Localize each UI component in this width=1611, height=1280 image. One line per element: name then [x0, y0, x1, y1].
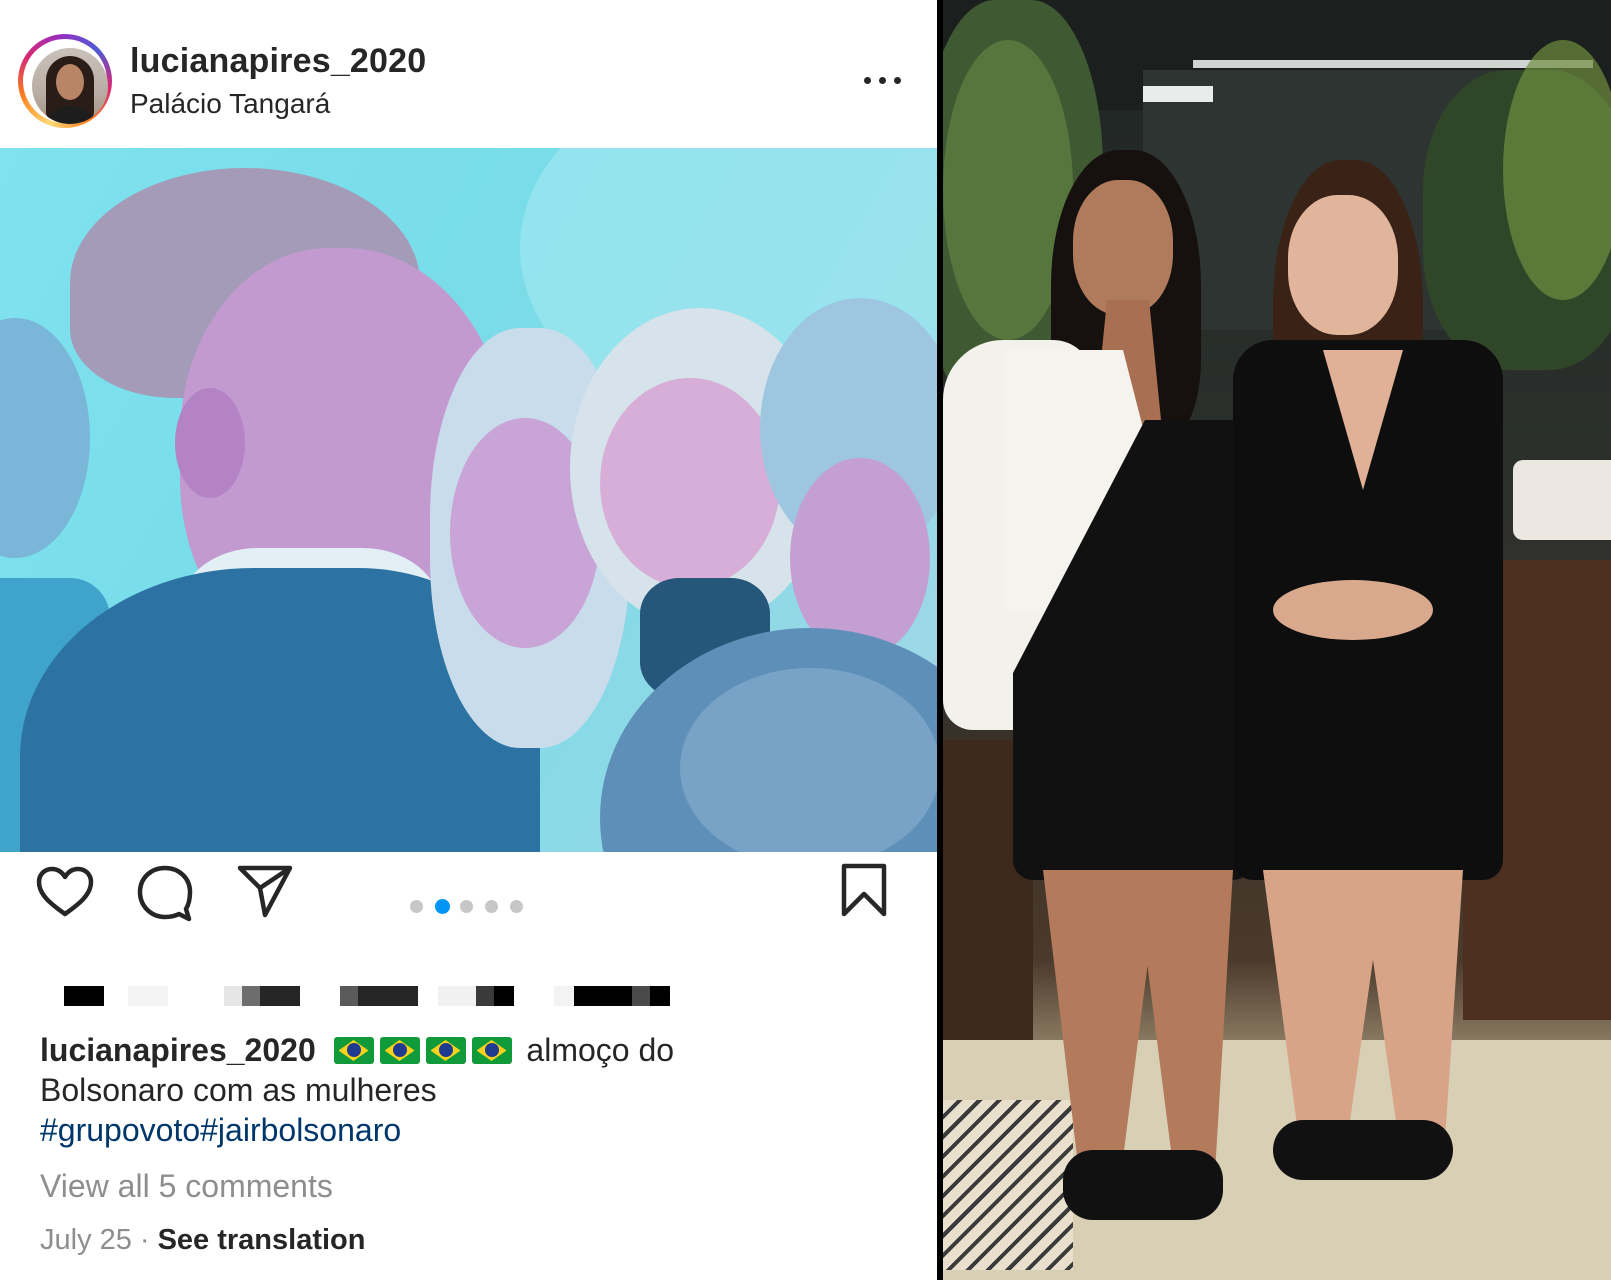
bookmark-icon[interactable] — [840, 862, 888, 918]
caption-hashtags[interactable]: #grupovoto#jairbolsonaro — [40, 1112, 401, 1148]
woman-right-cutout — [1273, 580, 1433, 640]
woman-right-face — [1288, 195, 1398, 335]
caption-text-line2: Bolsonaro com as mulheres — [40, 1072, 437, 1108]
avatar-gap — [23, 39, 108, 124]
woman-right-face — [600, 378, 780, 588]
carousel-dot — [510, 900, 523, 913]
brazil-flag-icon — [425, 1037, 466, 1064]
carousel-dot — [410, 900, 423, 913]
see-translation-button[interactable]: See translation — [158, 1224, 366, 1256]
post-photo[interactable] — [0, 148, 937, 852]
view-comments-link[interactable]: View all 5 comments — [40, 1168, 333, 1205]
woman-left-shoes — [1063, 1150, 1223, 1220]
instagram-post: lucianapires_2020 Palácio Tangará lucian… — [0, 0, 937, 1280]
woman-left-face — [1073, 180, 1173, 315]
event-photo — [943, 0, 1611, 1280]
post-header: lucianapires_2020 Palácio Tangará — [0, 0, 937, 148]
plants-right-leaves — [1503, 40, 1611, 300]
avatar[interactable] — [18, 34, 112, 128]
brazil-flag-icon — [379, 1037, 420, 1064]
more-options-icon[interactable] — [858, 60, 908, 100]
woman-right-shoes — [1273, 1120, 1453, 1180]
brazil-flag-emojis — [325, 1032, 518, 1068]
carousel-dot — [460, 900, 473, 913]
brazil-flag-icon — [333, 1037, 374, 1064]
post-location[interactable]: Palácio Tangará — [130, 88, 330, 120]
post-meta: July 25 · See translation — [40, 1224, 365, 1257]
man-ear — [175, 388, 245, 498]
post-caption: lucianapires_2020 almoço do Bolsonaro co… — [40, 1030, 880, 1150]
redacted-likes-row — [64, 986, 704, 1006]
comment-icon[interactable] — [136, 864, 194, 922]
post-date: July 25 — [40, 1224, 132, 1256]
brazil-flag-icon — [471, 1037, 512, 1064]
carousel-dot — [485, 900, 498, 913]
caption-text-line1: almoço do — [526, 1032, 675, 1068]
share-icon[interactable] — [236, 864, 294, 918]
heart-icon[interactable] — [36, 866, 94, 918]
meta-separator: · — [139, 1224, 150, 1256]
carousel-dot-active — [435, 899, 450, 914]
ceiling-light — [1143, 86, 1213, 102]
cake — [1513, 460, 1611, 540]
caption-username[interactable]: lucianapires_2020 — [40, 1032, 316, 1068]
foreground-head-highlight — [680, 668, 937, 852]
post-username[interactable]: lucianapires_2020 — [130, 42, 426, 81]
avatar-image — [32, 48, 108, 124]
rug-pattern — [943, 1100, 1073, 1270]
